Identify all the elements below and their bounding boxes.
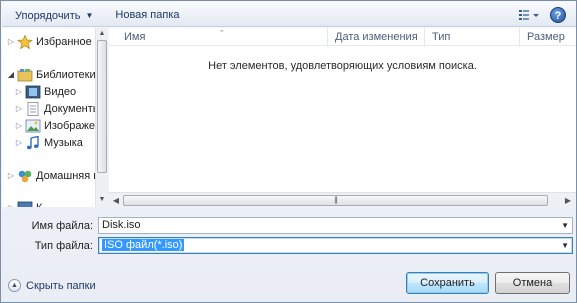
filename-label: Имя файла: — [31, 220, 93, 232]
library-icon — [17, 69, 33, 82]
star-icon — [17, 35, 33, 49]
organize-label: Упорядочить — [15, 9, 81, 22]
help-icon[interactable]: ? — [550, 6, 566, 23]
nav-label-libraries: Библиотеки — [36, 69, 96, 81]
document-icon — [27, 102, 39, 116]
column-header-size[interactable]: Размер — [520, 28, 576, 46]
expand-icon[interactable]: ▷ — [14, 101, 24, 117]
nav-item-documents[interactable]: ▷ Документы — [14, 101, 101, 117]
nav-item-music[interactable]: ▷ Музыка — [14, 135, 83, 151]
expand-icon[interactable]: ▷ — [14, 118, 24, 134]
nav-item-homegroup[interactable]: ▷ Домашняя группа — [6, 168, 107, 184]
nav-scroll-thumb[interactable] — [97, 40, 107, 173]
new-folder-label: Новая папка — [115, 8, 180, 21]
nav-item-libraries[interactable]: ◢ Библиотеки — [6, 67, 96, 83]
organize-button[interactable]: Упорядочить ▼ — [6, 4, 102, 25]
nav-label-computer: К — [36, 200, 42, 207]
nav-label-music: Музыка — [44, 137, 83, 149]
video-icon — [25, 85, 41, 99]
scroll-right-icon[interactable]: ▶ — [562, 195, 574, 206]
bottom-bar: ▲ Скрыть папки Сохранить Отмена — [2, 259, 576, 302]
expand-icon[interactable]: ▷ — [6, 200, 16, 207]
image-icon — [25, 119, 41, 133]
column-header-name[interactable]: ⌃ Имя — [109, 28, 328, 46]
filetype-select[interactable]: ISO файл(*.iso) ▼ — [98, 237, 573, 254]
horizontal-scrollbar[interactable]: ◀ ||| ▶ — [109, 192, 576, 207]
navigation-pane: ▷ Избранное ◢ Библиотеки ▷ Видео ▷ Докум… — [2, 28, 108, 207]
homegroup-icon — [18, 170, 32, 183]
expand-icon[interactable]: ▷ — [14, 135, 24, 151]
empty-message: Нет элементов, удовлетворяющих условиям … — [208, 60, 477, 72]
toolbar-right: ? — [514, 2, 576, 27]
computer-icon — [17, 201, 33, 207]
save-label: Сохранить — [420, 277, 475, 289]
file-list-pane: ⌃ Имя Дата изменения Тип Размер Нет элем… — [109, 28, 576, 207]
save-button[interactable]: Сохранить — [406, 272, 489, 294]
expand-icon[interactable]: ▷ — [14, 84, 24, 100]
view-options-button[interactable] — [514, 4, 544, 25]
nav-item-video[interactable]: ▷ Видео — [14, 84, 76, 100]
nav-label-favorites: Избранное — [36, 36, 92, 48]
expand-icon[interactable]: ▷ — [6, 34, 16, 50]
filename-input[interactable]: Disk.iso ▼ — [98, 217, 573, 234]
sort-arrow-icon: ⌃ — [219, 30, 225, 37]
scroll-up-icon[interactable]: ▲ — [97, 29, 107, 39]
collapse-icon[interactable]: ◢ — [6, 67, 16, 83]
scroll-left-icon[interactable]: ◀ — [110, 195, 122, 206]
filetype-label: Тип файла: — [34, 240, 93, 252]
filename-value: Disk.iso — [102, 219, 141, 231]
expand-icon[interactable]: ▷ — [6, 168, 16, 184]
chevron-down-icon[interactable]: ▼ — [561, 218, 569, 233]
column-name-label: Имя — [124, 31, 146, 43]
nav-item-favorites[interactable]: ▷ Избранное — [6, 34, 92, 50]
new-folder-button[interactable]: Новая папка — [106, 4, 188, 25]
cancel-button[interactable]: Отмена — [495, 272, 570, 294]
chevron-down-icon[interactable]: ▼ — [561, 238, 569, 253]
column-type-label: Тип — [432, 31, 451, 43]
horizontal-scroll-thumb[interactable]: ||| — [123, 195, 548, 206]
column-header-date[interactable]: Дата изменения — [328, 28, 425, 46]
save-as-dialog: Упорядочить ▼ Новая папка ? ▷ Избранное — [0, 0, 577, 303]
column-header-type[interactable]: Тип — [425, 28, 520, 46]
toolbar: Упорядочить ▼ Новая папка ? — [2, 2, 576, 27]
nav-item-computer[interactable]: ▷ К — [6, 200, 42, 207]
chevron-up-icon: ▲ — [8, 279, 21, 292]
nav-item-images[interactable]: ▷ Изображения — [14, 118, 107, 134]
nav-label-documents: Документы — [44, 103, 101, 115]
nav-label-video: Видео — [44, 86, 77, 98]
hide-folders-label: Скрыть папки — [26, 279, 96, 292]
column-size-label: Размер — [527, 31, 565, 43]
column-date-label: Дата изменения — [335, 31, 418, 43]
scroll-down-icon[interactable]: ▼ — [97, 195, 107, 205]
cancel-label: Отмена — [512, 277, 553, 289]
filetype-value: ISO файл(*.iso) — [102, 239, 185, 251]
view-options-icon — [519, 9, 539, 20]
column-header-row: ⌃ Имя Дата изменения Тип Размер — [109, 28, 576, 46]
nav-scrollbar[interactable]: ▲ ▼ — [95, 28, 108, 207]
chevron-down-icon: ▼ — [85, 10, 94, 20]
hide-folders-toggle[interactable]: ▲ Скрыть папки — [8, 279, 96, 292]
music-icon — [26, 136, 39, 150]
